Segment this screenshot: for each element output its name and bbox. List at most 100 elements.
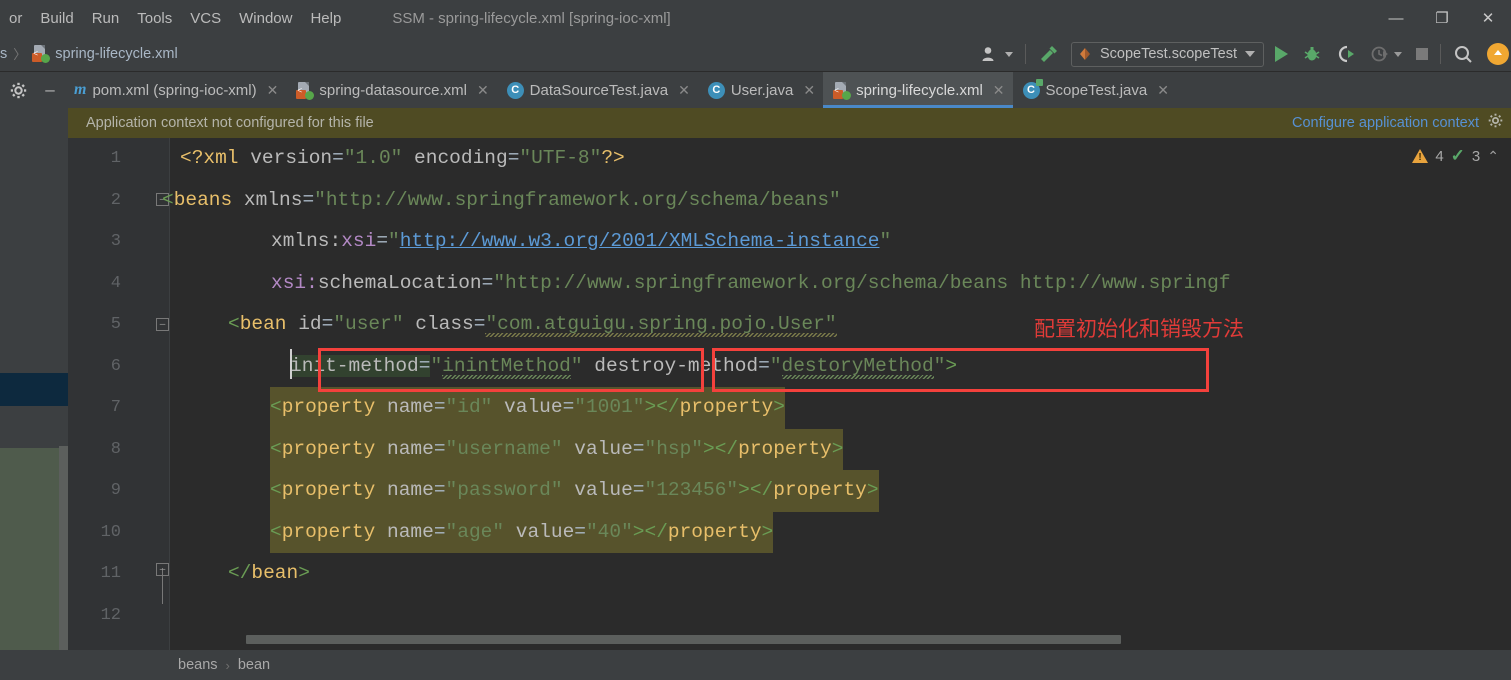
menu-item-vcs[interactable]: VCS	[181, 8, 230, 29]
toolbar-divider	[1024, 44, 1026, 64]
code-token: </	[228, 562, 252, 584]
profiler-button[interactable]	[1363, 36, 1409, 72]
menu-item-run[interactable]: Run	[83, 8, 129, 29]
user-avatar-icon[interactable]	[974, 36, 1020, 72]
menu-item-or[interactable]: or	[0, 8, 31, 29]
code-token: "UTF-8"	[519, 147, 602, 169]
code-content[interactable]: <?xml version="1.0" encoding="UTF-8"?> <…	[162, 138, 1511, 650]
maven-m-icon: m	[74, 81, 87, 98]
tab-close-icon[interactable]: ✕	[993, 82, 1005, 99]
code-token: =	[433, 396, 446, 418]
tab-label: spring-datasource.xml	[319, 81, 467, 99]
fold-marker-bean[interactable]: –	[156, 318, 169, 331]
code-token: bean	[251, 562, 299, 584]
code-token: property	[281, 479, 376, 501]
tab-label: DataSourceTest.java	[529, 81, 669, 99]
code-token: <	[162, 188, 174, 211]
debug-button[interactable]	[1295, 36, 1329, 72]
breadcrumb-file[interactable]: spring-lifecycle.xml	[55, 46, 177, 62]
tab-datasourcetest-java[interactable]: C DataSourceTest.java ✕	[497, 72, 698, 108]
code-token: "username"	[445, 437, 563, 460]
tab-close-icon[interactable]: ✕	[477, 82, 489, 99]
line-number: 1	[110, 149, 121, 169]
line-number: 11	[100, 564, 121, 584]
project-selected-row[interactable]	[0, 373, 68, 406]
code-token: <	[228, 313, 240, 335]
tab-close-icon[interactable]: ✕	[803, 82, 815, 99]
tab-spring-lifecycle-xml[interactable]: spring-lifecycle.xml ✕	[823, 72, 1013, 108]
close-button[interactable]: ✕	[1465, 0, 1511, 36]
weak-warning-check-icon: ✓	[1450, 146, 1465, 165]
tab-scopetest-java[interactable]: C ScopeTest.java ✕	[1013, 72, 1177, 108]
code-token: "	[933, 354, 946, 377]
spring-xml-icon	[296, 81, 315, 100]
breadcrumb-prefix[interactable]: s	[0, 46, 7, 62]
code-token: =	[433, 520, 446, 543]
configure-application-context-link[interactable]: Configure application context	[1292, 115, 1479, 131]
tab-close-icon[interactable]: ✕	[267, 82, 279, 99]
code-token: value	[504, 520, 575, 543]
annotation-note-text: 配置初始化和销毁方法	[1034, 317, 1244, 341]
code-line-5: <bean id="user" class="com.atguigu.sprin…	[228, 304, 837, 346]
status-breadcrumb-beans[interactable]: beans	[178, 657, 218, 673]
code-token: schemaLocation	[317, 271, 482, 294]
code-token: "password"	[445, 479, 563, 501]
chevron-down-icon	[1394, 51, 1402, 57]
window-controls: — ❐ ✕	[1373, 0, 1511, 36]
code-line-1: <?xml version="1.0" encoding="UTF-8"?>	[180, 138, 625, 180]
menu-item-tools[interactable]: Tools	[128, 8, 181, 29]
code-token: ?>	[601, 147, 625, 169]
minimize-button[interactable]: —	[1373, 0, 1419, 36]
chevron-up-icon[interactable]: ⌃	[1487, 148, 1499, 165]
hide-tabs-button[interactable]: –	[36, 80, 64, 100]
menu-item-help[interactable]: Help	[301, 8, 350, 29]
maximize-button[interactable]: ❐	[1419, 0, 1465, 36]
run-with-coverage-button[interactable]	[1329, 36, 1363, 72]
gear-icon[interactable]	[0, 82, 36, 99]
tab-close-icon[interactable]: ✕	[678, 82, 690, 99]
code-token: property	[667, 520, 762, 543]
search-everywhere-icon[interactable]	[1446, 36, 1480, 72]
tab-close-icon[interactable]: ✕	[1157, 82, 1169, 99]
editor-gutter[interactable]: 1 2 3 4 5 6 7 8 9 10 11 12 – – –	[68, 138, 170, 650]
line-number: 7	[110, 398, 121, 418]
menu-item-window[interactable]: Window	[230, 8, 301, 29]
code-line-4: xsi:schemaLocation="http://www.springfra…	[271, 263, 1231, 305]
run-configuration-selector[interactable]: ScopeTest.scopeTest	[1070, 41, 1264, 67]
inspection-status-widget[interactable]: 4 ✓ 3 ⌃	[1412, 146, 1499, 166]
code-token: <	[270, 437, 282, 460]
url-link[interactable]: http://www.w3.org/2001/XMLSchema-instanc…	[400, 230, 880, 252]
notification-icon[interactable]	[1480, 36, 1511, 72]
chevron-down-icon	[1245, 51, 1255, 57]
gear-icon[interactable]	[1488, 113, 1503, 133]
stop-button[interactable]	[1409, 36, 1435, 72]
line-number: 6	[110, 356, 121, 376]
code-token: property	[281, 396, 376, 418]
build-hammer-icon[interactable]	[1031, 36, 1067, 72]
code-editor[interactable]: 1 2 3 4 5 6 7 8 9 10 11 12 – – – <?xml v…	[68, 138, 1511, 650]
fold-marker-bean-end[interactable]: –	[156, 563, 169, 576]
navigation-toolbar: s 〉 spring-lifecycle.xml	[0, 36, 1511, 72]
code-line-7: <property name="id" value="1001"></prope…	[270, 387, 785, 429]
code-token: =	[574, 520, 586, 543]
code-line-3: xmlns:xsi="http://www.w3.org/2001/XMLSch…	[271, 221, 891, 263]
editor-horizontal-scrollbar[interactable]	[246, 635, 1121, 644]
tab-label: User.java	[730, 81, 794, 99]
run-config-icon	[1079, 48, 1090, 60]
status-breadcrumb-bean[interactable]: bean	[238, 657, 270, 673]
navbar-breadcrumb: s 〉 spring-lifecycle.xml	[0, 44, 178, 63]
project-scrollbar[interactable]	[59, 446, 68, 670]
code-token: >	[761, 520, 774, 543]
line-number: 9	[110, 481, 121, 501]
tab-pom-xml[interactable]: m pom.xml (spring-ioc-xml) ✕	[64, 72, 286, 108]
code-token: beans	[173, 188, 233, 211]
code-token: "	[570, 354, 583, 377]
tab-spring-datasource-xml[interactable]: spring-datasource.xml ✕	[286, 72, 496, 108]
tab-user-java[interactable]: C User.java ✕	[698, 72, 823, 108]
breadcrumb-separator-icon: 〉	[13, 47, 27, 62]
run-button[interactable]	[1268, 36, 1295, 72]
code-token: xmlns:	[271, 230, 342, 252]
code-token: property	[773, 479, 867, 501]
menu-item-build[interactable]: Build	[31, 8, 82, 29]
code-token-class-value: "com.atguigu.spring.pojo.User"	[485, 313, 837, 337]
